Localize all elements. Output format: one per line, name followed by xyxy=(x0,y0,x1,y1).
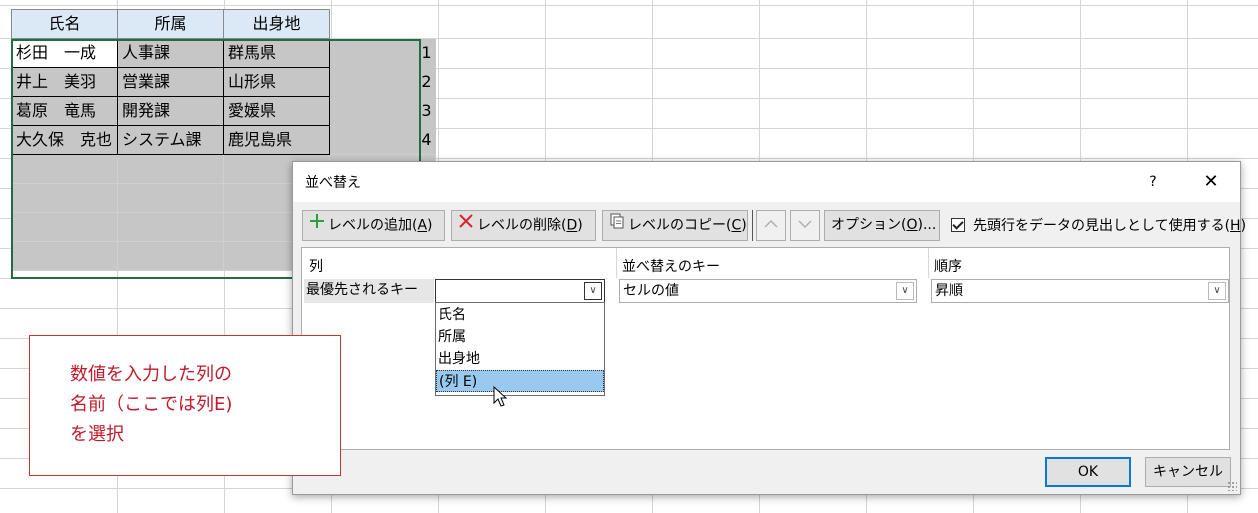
delete-level-accesskey: D xyxy=(566,217,578,234)
delete-level-button[interactable]: レベルの削除(D) xyxy=(451,210,596,241)
annotation-callout: 数値を入力した列の 名前（ここでは列E) を選択 xyxy=(29,335,341,476)
callout-line: を選択 xyxy=(70,424,124,445)
add-level-button[interactable]: レベルの追加(A) xyxy=(302,210,445,241)
sort-on-header: 並べ替えのキー xyxy=(622,259,720,275)
delete-x-icon xyxy=(458,211,474,240)
order-select[interactable]: 昇順 ∨ xyxy=(931,279,1229,303)
dropdown-option-highlighted[interactable]: (列 E) xyxy=(436,370,604,392)
dropdown-option[interactable]: 氏名 xyxy=(436,304,604,326)
copy-level-accesskey: C xyxy=(731,217,742,234)
column-separator xyxy=(928,248,929,278)
paren: ) xyxy=(577,217,583,234)
options-suffix: )... xyxy=(917,217,937,233)
sort-level-label: 最優先されるキー xyxy=(304,279,434,303)
order-select-value: 昇順 xyxy=(935,283,963,299)
dialog-titlebar: 並べ替え ? ✕ xyxy=(293,162,1240,202)
add-level-label: レベルの追加( xyxy=(328,217,418,234)
sort-dialog: 並べ替え ? ✕ レベルの追加(A) レベルの削除(D) レベルのコピー(C) … xyxy=(292,161,1246,495)
resize-grip-icon[interactable] xyxy=(1227,481,1237,491)
close-button[interactable]: ✕ xyxy=(1193,166,1229,198)
options-accesskey: O xyxy=(906,217,918,233)
paren: ) xyxy=(1240,218,1247,234)
delete-level-label: レベルの削除( xyxy=(477,217,567,234)
column-separator xyxy=(616,248,617,278)
column-select[interactable]: ∨ xyxy=(435,279,605,303)
plus-icon xyxy=(309,211,325,240)
dialog-title: 並べ替え xyxy=(305,175,361,191)
chevron-down-icon[interactable]: ∨ xyxy=(584,282,602,300)
chevron-down-icon[interactable]: ∨ xyxy=(896,282,914,300)
sort-levels-list: 列 並べ替えのキー 順序 最優先されるキー ∨ セルの値 ∨ 昇順 ∨ 氏名 所… xyxy=(301,247,1230,450)
sort-on-select-value: セルの値 xyxy=(623,283,679,299)
ok-button[interactable]: OK xyxy=(1045,457,1131,487)
chevron-up-icon xyxy=(764,217,778,233)
chevron-down-icon xyxy=(798,217,812,233)
checkbox-accesskey: H xyxy=(1230,218,1241,234)
help-button[interactable]: ? xyxy=(1138,168,1168,196)
copy-level-button[interactable]: レベルのコピー(C) xyxy=(602,210,748,241)
order-header: 順序 xyxy=(934,259,962,275)
dropdown-option[interactable]: 所属 xyxy=(436,326,604,348)
callout-line: 数値を入力した列の xyxy=(70,364,232,385)
mouse-cursor-icon xyxy=(493,386,508,407)
callout-text: 数値を入力した列の 名前（ここでは列E) を選択 xyxy=(70,360,232,450)
column-header: 列 xyxy=(309,259,323,275)
paren: ) xyxy=(427,217,433,234)
header-row-checkbox-label[interactable]: 先頭行をデータの見出しとして使用する(H) xyxy=(973,215,1246,235)
cancel-button[interactable]: キャンセル xyxy=(1145,457,1231,487)
paren: ) xyxy=(741,217,747,234)
callout-line: 名前（ここでは列E) xyxy=(70,394,233,415)
header-row-checkbox[interactable] xyxy=(951,218,965,232)
copy-level-label: レベルのコピー( xyxy=(628,217,732,234)
add-level-accesskey: A xyxy=(417,217,428,234)
column-dropdown-list: 氏名 所属 出身地 (列 E) xyxy=(435,302,605,396)
chevron-down-icon[interactable]: ∨ xyxy=(1208,282,1226,300)
dropdown-option[interactable]: 出身地 xyxy=(436,348,604,370)
options-button[interactable]: オプション(O)... xyxy=(824,210,940,241)
checkbox-text: 先頭行をデータの見出しとして使用する( xyxy=(973,218,1231,234)
move-down-button[interactable] xyxy=(790,210,820,241)
toolbar-divider xyxy=(752,210,753,241)
options-label: オプション( xyxy=(831,217,907,233)
move-up-button[interactable] xyxy=(756,210,786,241)
sort-on-select[interactable]: セルの値 ∨ xyxy=(619,279,917,303)
copy-icon xyxy=(609,211,625,240)
